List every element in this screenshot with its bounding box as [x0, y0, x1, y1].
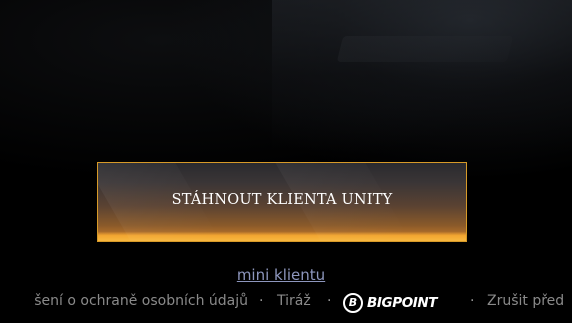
bigpoint-logo[interactable]: BIGPOINT — [343, 292, 438, 313]
unsubscribe-link[interactable]: Zrušit před — [487, 291, 564, 311]
footer: šení o ochraně osobních údajů · Tiráž · … — [0, 291, 572, 313]
footer-separator: · — [327, 293, 332, 309]
background-artwork — [272, 0, 572, 150]
footer-separator: · — [470, 293, 475, 309]
imprint-link[interactable]: Tiráž — [277, 291, 311, 311]
footer-separator: · — [259, 293, 264, 309]
bigpoint-wordmark: BIGPOINT — [367, 294, 438, 311]
download-button-label: STÁHNOUT KLIENTA UNITY — [171, 192, 393, 208]
bigpoint-b-icon — [343, 292, 363, 313]
login-page: STÁHNOUT KLIENTA UNITY mini klientu šení… — [0, 0, 572, 323]
download-unity-client-button[interactable]: STÁHNOUT KLIENTA UNITY — [97, 162, 467, 242]
background-logo-shape — [336, 36, 514, 62]
mini-client-link[interactable]: mini klientu — [0, 266, 562, 284]
privacy-policy-link[interactable]: šení o ochraně osobních údajů — [34, 291, 248, 311]
